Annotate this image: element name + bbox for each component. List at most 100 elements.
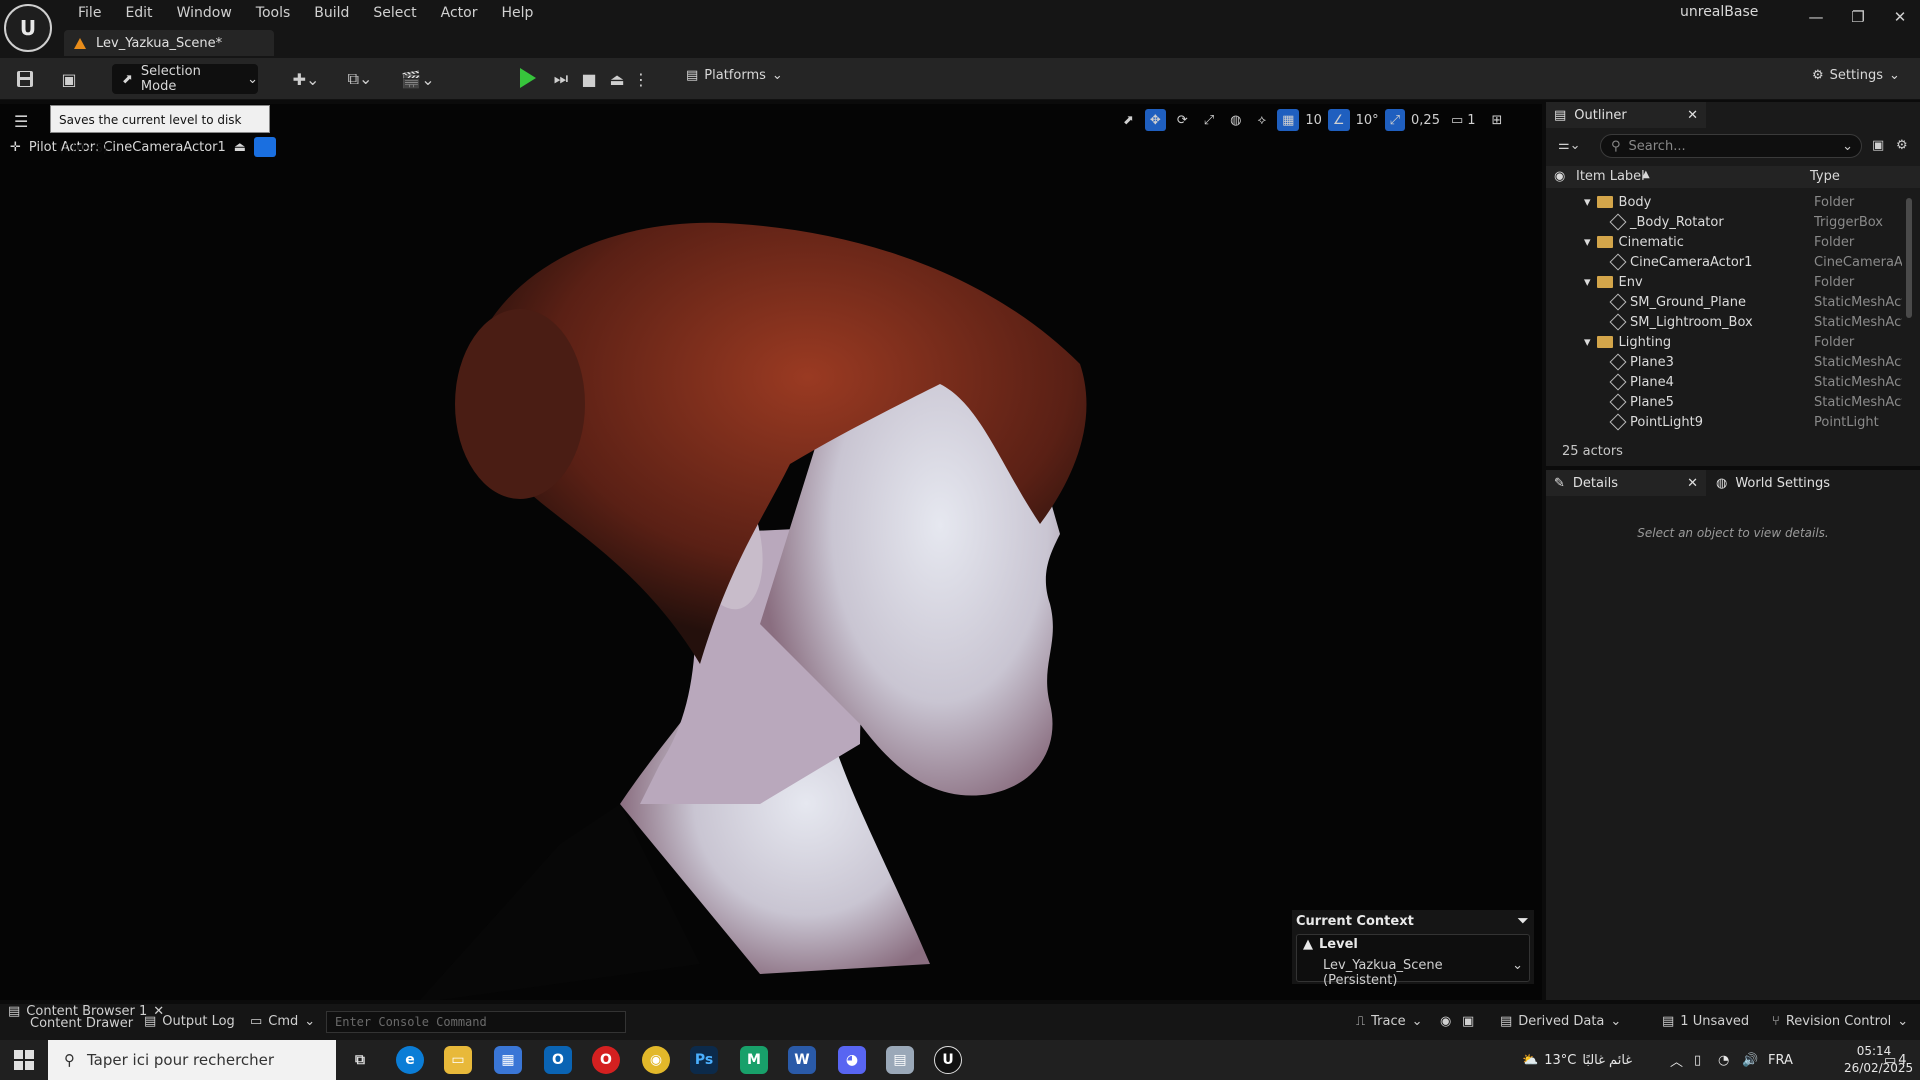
outliner-row[interactable]: ▾ Env Folder xyxy=(1546,272,1920,292)
blueprint-icon[interactable]: ⧉⌄ xyxy=(342,67,378,91)
expand-arrow-icon[interactable]: ▾ xyxy=(1584,335,1591,350)
browse-icon[interactable]: ▣ xyxy=(56,67,82,91)
task-view-icon[interactable]: ⧉ xyxy=(346,1046,374,1074)
trace-dropdown[interactable]: ⎍ Trace ⌄ xyxy=(1356,1014,1423,1029)
outliner-row[interactable]: ▾ Body Folder xyxy=(1546,192,1920,212)
rotation-snap-value[interactable]: 10° xyxy=(1356,113,1379,128)
col-item-label[interactable]: Item Label xyxy=(1576,169,1645,184)
scale-snap-toggle[interactable]: ⤢ xyxy=(1384,109,1406,131)
add-folder-icon[interactable]: ▣ xyxy=(1872,138,1884,153)
close-icon[interactable]: ✕ xyxy=(1687,476,1698,491)
cinematics-icon[interactable]: 🎬⌄ xyxy=(400,67,436,91)
grid-snap-value[interactable]: 10 xyxy=(1305,113,1322,128)
app-window-icon[interactable]: ▤ xyxy=(886,1046,914,1074)
filter-icon[interactable]: ⚌⌄ xyxy=(1558,138,1581,153)
revision-control-dropdown[interactable]: ⑂ Revision Control ⌄ xyxy=(1772,1014,1908,1029)
select-tool-icon[interactable]: ⬈ xyxy=(1118,109,1139,131)
outliner-row[interactable]: PointLight9 PointLight xyxy=(1546,412,1920,432)
weather-widget[interactable]: ⛅ 13°C غائم غالبًا xyxy=(1522,1040,1632,1080)
tab-world-settings[interactable]: ◍ World Settings xyxy=(1708,470,1898,496)
output-log-button[interactable]: ▤ Output Log xyxy=(144,1014,235,1029)
camera-speed-button[interactable]: ▭ 1 xyxy=(1446,109,1481,131)
outliner-row[interactable]: SM_Lightroom_Box StaticMeshActo xyxy=(1546,312,1920,332)
outliner-row[interactable]: CineCameraActor1 CineCameraAc xyxy=(1546,252,1920,272)
eject-pilot-icon[interactable]: ⏏ xyxy=(234,140,246,155)
unreal-taskbar-icon[interactable]: U xyxy=(934,1046,962,1074)
selection-mode-dropdown[interactable]: ⬈ Selection Mode ⌄ xyxy=(112,64,258,94)
menu-window[interactable]: Window xyxy=(165,2,244,24)
col-type[interactable]: Type xyxy=(1810,169,1840,184)
play-icon[interactable] xyxy=(520,68,536,88)
layout-icon[interactable]: ⊞ xyxy=(1487,109,1508,131)
taskbar-search-input[interactable]: ⚲ Taper ici pour rechercher xyxy=(48,1040,336,1080)
record-icon[interactable]: ◉ xyxy=(1440,1014,1451,1029)
menu-file[interactable]: File xyxy=(66,2,113,24)
console-command-input[interactable]: Enter Console Command xyxy=(326,1011,626,1033)
outliner-row[interactable]: ▾ Lighting Folder xyxy=(1546,332,1920,352)
language-indicator[interactable]: FRA xyxy=(1768,1040,1793,1080)
platforms-dropdown[interactable]: ▤ Platforms ⌄ xyxy=(686,68,783,83)
rotation-snap-toggle[interactable]: ∠ xyxy=(1327,109,1350,131)
windows-start-icon[interactable] xyxy=(14,1050,34,1070)
close-icon[interactable]: ✕ xyxy=(1687,108,1698,123)
gear-icon[interactable]: ⚙ xyxy=(1896,138,1908,153)
viewport-menu-icon[interactable]: ☰ xyxy=(14,112,28,131)
menu-edit[interactable]: Edit xyxy=(113,2,164,24)
minimize-button[interactable]: — xyxy=(1794,0,1838,34)
translate-tool-icon[interactable]: ✥ xyxy=(1144,109,1166,131)
menu-build[interactable]: Build xyxy=(302,2,361,24)
level-viewport[interactable] xyxy=(0,104,1542,1000)
photoshop-icon[interactable]: Ps xyxy=(690,1046,718,1074)
stop-icon[interactable]: ■ xyxy=(578,67,600,91)
tab-details[interactable]: ✎ Details ✕ xyxy=(1546,470,1706,496)
chrome-icon[interactable]: ◉ xyxy=(642,1046,670,1074)
outliner-search-input[interactable]: ⚲ Search... ⌄ xyxy=(1600,134,1862,158)
screenshot-icon[interactable]: ▣ xyxy=(1462,1014,1474,1029)
outliner-row[interactable]: _Body_Rotator TriggerBox xyxy=(1546,212,1920,232)
menu-actor[interactable]: Actor xyxy=(429,2,490,24)
word-icon[interactable]: W xyxy=(788,1046,816,1074)
collapse-icon[interactable]: ⏷ xyxy=(1518,914,1528,929)
edge-icon[interactable]: e xyxy=(396,1046,424,1074)
add-actor-icon[interactable]: ✚⌄ xyxy=(288,67,324,91)
unsaved-button[interactable]: ▤ 1 Unsaved xyxy=(1662,1014,1749,1029)
file-explorer-icon[interactable]: ▭ xyxy=(444,1046,472,1074)
discord-icon[interactable]: ◕ xyxy=(838,1046,866,1074)
opera-icon[interactable]: O xyxy=(592,1046,620,1074)
tray-chevron-icon[interactable]: ︿ xyxy=(1670,1040,1683,1080)
scale-snap-value[interactable]: 0,25 xyxy=(1411,113,1440,128)
maya-icon[interactable]: M xyxy=(740,1046,768,1074)
surface-snap-icon[interactable]: ⟡ xyxy=(1252,109,1271,131)
expand-arrow-icon[interactable]: ▾ xyxy=(1584,195,1591,210)
restore-button[interactable]: ❐ xyxy=(1836,0,1880,34)
network-icon[interactable]: ◔ xyxy=(1718,1040,1729,1080)
unreal-logo-icon[interactable]: U xyxy=(4,4,52,52)
volume-icon[interactable]: 🔊 xyxy=(1742,1040,1758,1080)
eject-icon[interactable]: ⏏ xyxy=(606,67,628,91)
content-drawer-button[interactable]: Content Drawer xyxy=(30,1016,133,1031)
context-level-dropdown[interactable]: Lev_Yazkua_Scene (Persistent) ⌄ xyxy=(1303,958,1523,988)
close-button[interactable]: ✕ xyxy=(1878,0,1920,34)
scale-tool-icon[interactable]: ⤢ xyxy=(1199,109,1219,131)
menu-select[interactable]: Select xyxy=(361,2,428,24)
step-icon[interactable]: ⏭ xyxy=(550,67,572,91)
grid-snap-toggle[interactable]: ▦ xyxy=(1277,109,1300,131)
expand-arrow-icon[interactable]: ▾ xyxy=(1584,275,1591,290)
notifications-button[interactable]: ▭ 4 xyxy=(1884,1040,1907,1080)
eye-icon[interactable]: ◉ xyxy=(1554,169,1565,184)
tray-device-icon[interactable]: ▯ xyxy=(1694,1040,1701,1080)
derived-data-dropdown[interactable]: ▤ Derived Data ⌄ xyxy=(1500,1014,1621,1029)
menu-help[interactable]: Help xyxy=(489,2,545,24)
level-tab[interactable]: Lev_Yazkua_Scene* xyxy=(64,30,274,56)
camera-lock-button[interactable] xyxy=(254,137,277,157)
outliner-row[interactable]: SM_Ground_Plane StaticMeshActo xyxy=(1546,292,1920,312)
outliner-row[interactable]: Plane4 StaticMeshActo xyxy=(1546,372,1920,392)
outliner-row[interactable]: Plane5 StaticMeshActo xyxy=(1546,392,1920,412)
outlook-icon[interactable]: O xyxy=(544,1046,572,1074)
rotate-tool-icon[interactable]: ⟳ xyxy=(1172,109,1193,131)
outliner-scrollbar[interactable] xyxy=(1906,198,1912,318)
outliner-row[interactable]: ▾ Cinematic Folder xyxy=(1546,232,1920,252)
save-icon[interactable] xyxy=(12,67,38,91)
outliner-row[interactable]: Plane3 StaticMeshActo xyxy=(1546,352,1920,372)
cmd-dropdown[interactable]: ▭ Cmd ⌄ xyxy=(250,1014,315,1029)
